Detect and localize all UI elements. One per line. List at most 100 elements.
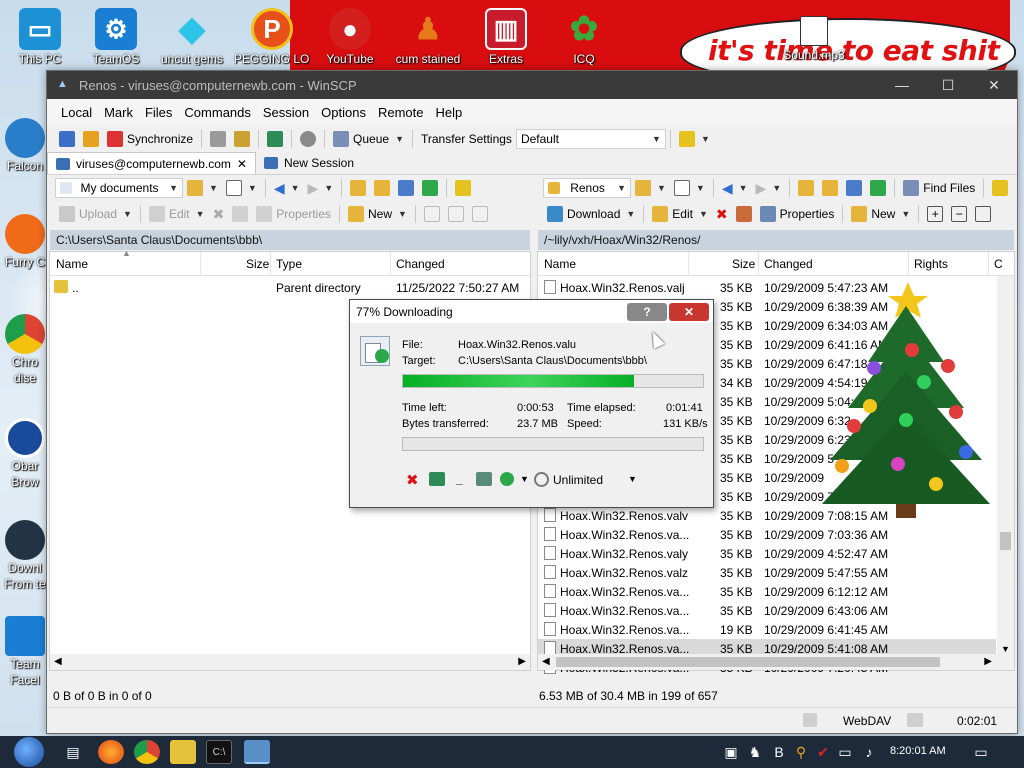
chevron-down-icon[interactable]: ▼	[628, 474, 637, 484]
col-changed[interactable]: Changed	[764, 257, 813, 271]
remote-forward-button[interactable]: ▶ ▼	[752, 177, 786, 199]
col-owner[interactable]: C	[994, 257, 1003, 271]
col-changed[interactable]: Changed	[396, 257, 445, 271]
local-select-all-button[interactable]	[420, 203, 444, 225]
menu-files[interactable]: Files	[139, 105, 178, 120]
window-titlebar[interactable]: ▲ Renos - viruses@computernewb.com - Win…	[47, 71, 1017, 99]
menu-options[interactable]: Options	[315, 105, 372, 120]
desktop-icon-cum-stained[interactable]: ♟ cum stained	[390, 8, 466, 67]
local-back-button[interactable]: ◀ ▼	[270, 177, 304, 199]
dialog-titlebar[interactable]: 77% Downloading ? ✕	[350, 300, 713, 323]
system-tray-icon[interactable]: ▣	[718, 740, 744, 764]
table-row[interactable]: Hoax.Win32.Renos.valz 35 KB 10/29/2009 5:4…	[538, 563, 996, 582]
local-filter-button[interactable]: ▼	[222, 177, 261, 199]
local-edit-button[interactable]: Edit ▼	[145, 203, 209, 225]
local-select-filter-button[interactable]	[468, 203, 492, 225]
find-files-button[interactable]: Find Files	[899, 177, 979, 199]
queue-button[interactable]: Queue ▼	[329, 128, 408, 150]
minimize-dialog-icon[interactable]: _	[456, 472, 463, 486]
remote-edit-button[interactable]: Edit ▼	[648, 203, 712, 225]
local-new-button[interactable]: New ▼	[344, 203, 411, 225]
compare-button[interactable]	[55, 128, 79, 150]
on-completion-icon[interactable]	[500, 472, 514, 486]
table-row[interactable]: Hoax.Win32.Renos.va... 35 KB 10/29/2009 6:…	[538, 601, 996, 620]
tab-new-session[interactable]: New Session	[256, 152, 362, 174]
winscp-taskbar-icon[interactable]	[244, 740, 270, 764]
table-row[interactable]: .. Parent directory 11/25/2022 7:50:27 A…	[50, 278, 519, 297]
local-path-bar[interactable]: C:\Users\Santa Claus\Documents\bbb\	[50, 230, 530, 250]
start-button[interactable]	[14, 737, 44, 767]
task-view-icon[interactable]: ▤	[60, 740, 86, 764]
menu-help[interactable]: Help	[429, 105, 468, 120]
close-tab-icon[interactable]: ✕	[237, 157, 247, 171]
col-size[interactable]: Size	[246, 257, 269, 271]
dialog-close-button[interactable]: ✕	[669, 303, 709, 321]
desktop-icon-this-pc[interactable]: ▭ This PC	[2, 8, 78, 66]
file-explorer-icon[interactable]	[170, 740, 196, 764]
remote-root-dir-button[interactable]	[818, 177, 842, 199]
menu-mark[interactable]: Mark	[98, 105, 139, 120]
scroll-left-icon[interactable]: ◀	[542, 656, 550, 667]
local-location-select[interactable]: My documents ▼	[55, 178, 183, 198]
remote-filter-button[interactable]: ▼	[670, 177, 709, 199]
local-unselect-button[interactable]	[444, 203, 468, 225]
refresh-window-button[interactable]	[263, 128, 287, 150]
remote-refresh-button[interactable]	[866, 177, 890, 199]
download-button[interactable]: Download ▼	[543, 203, 639, 225]
table-row[interactable]: Hoax.Win32.Renos.va... 19 KB 10/29/2009 6:…	[538, 620, 996, 639]
scroll-right-icon[interactable]: ▶	[518, 656, 526, 667]
preferences-button[interactable]	[296, 128, 320, 150]
remote-tree-button[interactable]	[988, 177, 1012, 199]
local-properties-button[interactable]: Properties	[252, 203, 335, 225]
desktop-icon-chrome[interactable]: Chro dise	[0, 314, 50, 386]
desktop-icon-uncut-gems[interactable]: ◆ uncut gems	[154, 8, 230, 66]
desktop-icon-falcon[interactable]: Falcon	[0, 118, 50, 174]
desktop-icon-youtube[interactable]: ● YouTube	[312, 8, 388, 66]
remote-open-dir-button[interactable]: ▼	[631, 177, 670, 199]
desktop-icon-team-facebook[interactable]: Team Facel	[0, 616, 50, 688]
table-row[interactable]: Hoax.Win32.Renos.va... 35 KB 10/29/2009 6:…	[538, 582, 996, 601]
desktop-icon-teamos[interactable]: ⚙ TeamOS	[78, 8, 154, 66]
firefox-icon[interactable]	[98, 740, 124, 764]
local-home-button[interactable]	[394, 177, 418, 199]
remote-location-select[interactable]: Renos ▼	[543, 178, 631, 198]
system-tray-icon[interactable]: ♞	[742, 740, 768, 764]
scroll-thumb[interactable]	[556, 657, 940, 667]
local-horizontal-scrollbar[interactable]: ◀ ▶	[50, 654, 530, 670]
network-icon[interactable]: ▭	[832, 740, 858, 764]
local-forward-button[interactable]: ▶ ▼	[304, 177, 338, 199]
col-rights[interactable]: Rights	[914, 257, 948, 271]
command-prompt-icon[interactable]: C:\	[206, 740, 232, 764]
remote-path-bar[interactable]: /~lily/vxh/Hoax/Win32/Renos/	[538, 230, 1014, 250]
desktop-icon-obama-browser[interactable]: Obar Brow	[0, 418, 50, 490]
remote-delete-button[interactable]: ✖	[712, 203, 732, 225]
local-refresh-button[interactable]	[418, 177, 442, 199]
col-type[interactable]: Type	[276, 257, 302, 271]
synchronize-button[interactable]: Synchronize	[103, 128, 197, 150]
scroll-down-icon[interactable]: ▼	[1001, 644, 1010, 654]
menu-session[interactable]: Session	[257, 105, 315, 120]
remote-select-filter-button[interactable]	[971, 203, 995, 225]
desktop-icon-sound-mp3[interactable]: Sound.mp3	[776, 16, 852, 62]
local-find-button[interactable]	[451, 177, 475, 199]
queue-icon[interactable]	[476, 472, 492, 486]
remote-vertical-scrollbar[interactable]: ▼	[997, 276, 1014, 654]
local-root-dir-button[interactable]	[370, 177, 394, 199]
maximize-button[interactable]: ☐	[925, 71, 971, 99]
remote-parent-dir-button[interactable]	[794, 177, 818, 199]
table-row[interactable]: Hoax.Win32.Renos.va... 35 KB 10/29/2009 7:…	[538, 525, 996, 544]
sync-browse-button[interactable]	[79, 128, 103, 150]
desktop-icon-download[interactable]: Downl From te	[0, 520, 50, 592]
remote-horizontal-scrollbar[interactable]: ◀ ▶	[538, 654, 1014, 670]
chevron-down-icon[interactable]: ▼	[520, 474, 529, 484]
remote-properties-button[interactable]: Properties	[756, 203, 839, 225]
chrome-icon[interactable]	[134, 740, 160, 764]
local-parent-dir-button[interactable]	[346, 177, 370, 199]
volume-icon[interactable]: ♪	[856, 740, 882, 764]
remote-rename-button[interactable]	[732, 203, 756, 225]
speed-limit-select[interactable]: Unlimited	[553, 473, 603, 487]
desktop-icon-furry[interactable]: Furry C	[0, 214, 50, 270]
desktop-icon-extras[interactable]: ▥ Extras	[468, 8, 544, 66]
minimize-button[interactable]: —	[879, 71, 925, 99]
local-delete-button[interactable]: ✖	[209, 203, 229, 225]
